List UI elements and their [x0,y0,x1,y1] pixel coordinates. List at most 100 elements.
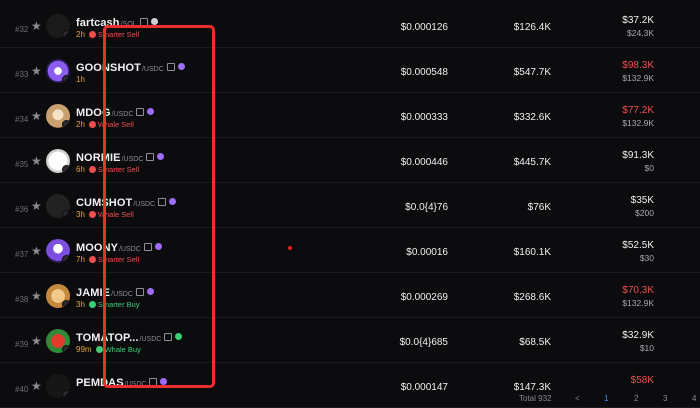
volume-secondary: $10 [639,343,654,353]
chain-badge-icon [62,210,70,218]
star-icon[interactable]: ★ [31,20,42,32]
token-price: $0.000548 [400,67,448,78]
money-bag-icon [88,31,96,39]
token-avatar [46,59,70,83]
volume-secondary: $0 [644,163,654,173]
activity-tag: Whale Buy [104,345,141,354]
chain-badge-icon [62,300,70,308]
volume-secondary: $132.9K [622,73,654,83]
copy-icon[interactable] [146,152,155,161]
volume: $98.3K [622,60,654,71]
volume: $77.2K [622,105,654,116]
token-ticker[interactable]: MDOG [76,107,111,119]
volume: $35K [630,195,654,206]
token-row[interactable]: #36 ★ CUMSHOT/USDC 3h Whale Sell $0.0{4}76 $76… [0,186,700,228]
token-row[interactable]: #39 ★ TOMATOP.../USDC 99m Whale Buy $0.0{4}68… [0,321,700,363]
copy-icon[interactable] [164,332,173,341]
rank-number: #35 [15,160,29,169]
copy-icon[interactable] [149,377,158,386]
chain-badge-icon [62,120,70,128]
page-3-button[interactable]: 3 [663,394,667,403]
token-ticker[interactable]: MOONY [76,242,118,254]
activity-tag: Smarter Buy [97,300,140,309]
token-ticker[interactable]: JAMIE [76,287,110,299]
chain-badge-icon [62,345,70,353]
token-meta: 1h [76,75,89,85]
activity-tag: Smarter Sell [97,165,140,174]
token-price: $0.00016 [406,247,448,258]
copy-icon[interactable] [135,287,144,296]
token-meta: 3h Smarter Buy [76,300,140,310]
chain-icon [150,18,158,26]
chain-badge-icon [62,30,70,38]
chain-icon [160,378,168,386]
copy-icon[interactable] [143,242,152,251]
token-ticker[interactable]: PEMDAS [76,377,124,389]
token-meta: 6h Smarter Sell [76,165,139,175]
star-icon[interactable]: ★ [31,245,42,257]
token-meta: 2h Smarter Sell [76,30,139,40]
token-row[interactable]: #32 ★ fartcash/SOL 2h Smarter Sell $0.000126 $… [0,6,700,48]
token-row[interactable]: #34 ★ MDOG/USDC 2h Whale Sell $0.000333 $332.6… [0,96,700,138]
market-cap: $126.4K [513,22,551,33]
chain-badge-icon [62,75,70,83]
pair-label: /USDC [124,381,147,388]
token-price: $0.0{4}685 [399,337,448,348]
star-icon[interactable]: ★ [31,290,42,302]
token-age: 99m [76,345,92,354]
volume: $58K [630,375,654,386]
market-cap: $332.6K [513,112,551,123]
copy-icon[interactable] [158,197,167,206]
page-2-button[interactable]: 2 [634,394,638,403]
chain-badge-icon [62,255,70,263]
token-ticker[interactable]: TOMATOP... [76,332,139,344]
token-age: 3h [76,210,85,219]
market-cap: $547.7K [513,67,551,78]
token-row[interactable]: #33 ★ GOONSHOT/USDC 1h $0.000548 $547.7K $98.3… [0,51,700,93]
token-ticker[interactable]: GOONSHOT [76,62,141,74]
token-row[interactable]: #38 ★ JAMIE/USDC 3h Smarter Buy $0.000269 $268… [0,276,700,318]
token-meta: 3h Whale Sell [76,210,134,220]
volume-secondary: $132.9K [622,298,654,308]
chain-badge-icon [62,165,70,173]
ticker-line: GOONSHOT/USDC [76,60,185,77]
volume: $52.5K [622,240,654,251]
chain-icon [154,243,162,251]
money-bag-icon [88,211,96,219]
volume: $37.2K [622,15,654,26]
money-bag-icon [88,256,96,264]
page-1-button[interactable]: 1 [604,394,608,403]
prev-page-button[interactable]: < [575,394,580,403]
token-ticker[interactable]: CUMSHOT [76,197,132,209]
token-row[interactable]: #37 ★ MOONY/USDC 7h Smarter Sell $0.00016 $160… [0,231,700,273]
copy-icon[interactable] [166,62,175,71]
pair-label: /USDC [139,336,162,343]
star-icon[interactable]: ★ [31,110,42,122]
rank-number: #37 [15,250,29,259]
pair-label: /USDC [133,201,156,208]
volume-secondary: $132.9K [622,118,654,128]
activity-tag: Smarter Sell [97,30,140,39]
star-icon[interactable]: ★ [31,335,42,347]
pair-label: /USDC [111,111,134,118]
market-cap: $445.7K [513,157,551,168]
token-price: $0.000333 [400,112,448,123]
star-icon[interactable]: ★ [31,155,42,167]
star-icon[interactable]: ★ [31,200,42,212]
token-meta: 7h Smarter Sell [76,255,139,265]
token-ticker[interactable]: fartcash [76,17,120,29]
page-4-button[interactable]: 4 [692,394,696,403]
market-cap: $160.1K [513,247,551,258]
copy-icon[interactable] [139,17,148,26]
market-cap: $68.5K [519,337,551,348]
money-bag-icon [88,166,96,174]
copy-icon[interactable] [136,107,145,116]
token-age: 2h [76,120,85,129]
activity-tag: Whale Sell [97,120,134,129]
star-icon[interactable]: ★ [31,65,42,77]
token-ticker[interactable]: NORMIE [76,152,121,164]
volume: $91.3K [622,150,654,161]
token-price: $0.000126 [400,22,448,33]
token-row[interactable]: #35 ★ NORMIE/USDC 6h Smarter Sell $0.000446 $4… [0,141,700,183]
activity-tag: Smarter Sell [97,255,140,264]
